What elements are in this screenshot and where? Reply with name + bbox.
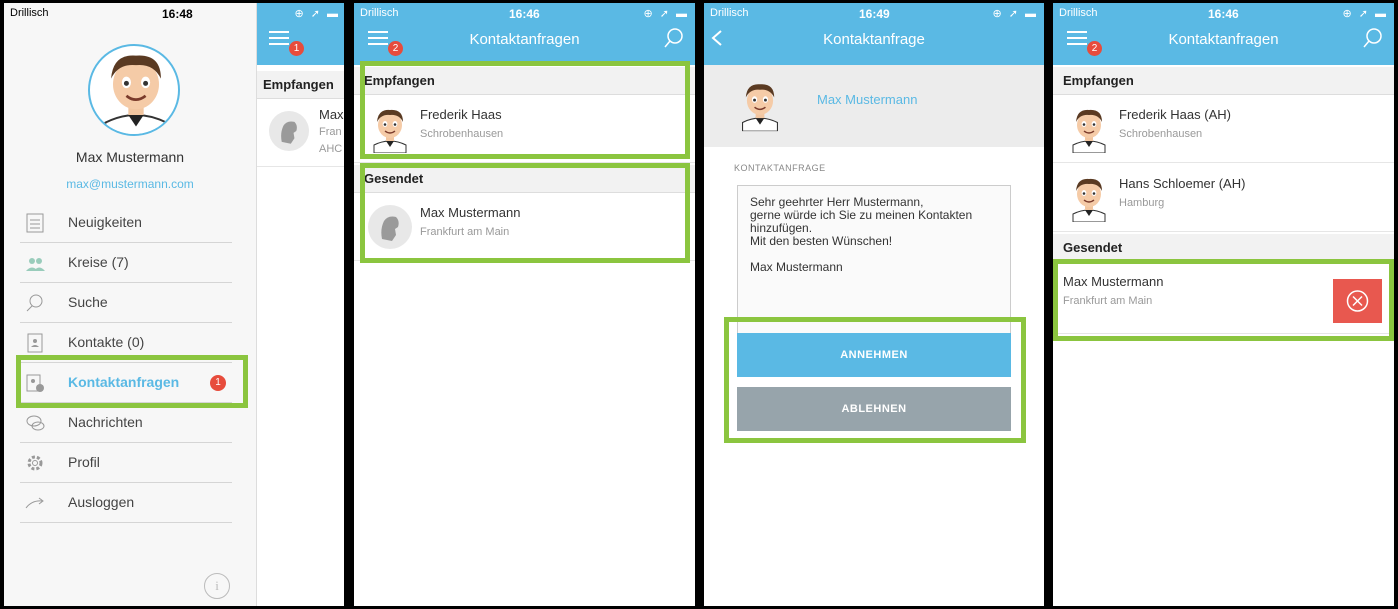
- status-icons: ⊕ ➚ ▬: [643, 8, 689, 20]
- nav-label: Ausloggen: [68, 494, 135, 510]
- clock-label: 16:46: [509, 7, 540, 21]
- contact-city: Fran: [319, 126, 342, 138]
- highlight-frame: [16, 355, 248, 408]
- section-header-received: Empfangen: [1053, 67, 1394, 95]
- user-name: Max Mustermann: [75, 149, 185, 165]
- avatar: [1067, 105, 1111, 153]
- avatar: [736, 77, 784, 133]
- carrier-label: Drillisch: [1059, 7, 1098, 19]
- highlight-frame: [360, 61, 690, 159]
- status-bar: Drillisch 16:46 ⊕ ➚ ▬: [354, 3, 695, 25]
- app-header: Drillisch 16:49 ⊕ ➚ ▬ Kontaktanfrage: [704, 3, 1044, 65]
- status-bar: Drillisch 16:46 ⊕ ➚ ▬: [1053, 3, 1394, 25]
- carrier-label: Drillisch: [10, 7, 49, 19]
- status-icons: ⊕ ➚ ▬: [992, 8, 1038, 20]
- message-label: KONTAKTANFRAGE: [734, 163, 826, 173]
- list-item[interactable]: Hans Schloemer (AH) Hamburg: [1053, 164, 1394, 232]
- nav-label: Profil: [68, 454, 100, 470]
- chat-icon: [26, 415, 45, 431]
- contact-name: Max: [319, 107, 344, 122]
- nav-label: Kontakte (0): [68, 334, 145, 350]
- nav-item-neuigkeiten[interactable]: Neuigkeiten: [20, 203, 232, 243]
- nav-item-suche[interactable]: Suche: [20, 283, 232, 323]
- section-header-sent: Gesendet: [1053, 234, 1394, 262]
- sender-name: Max Mustermann: [817, 92, 918, 107]
- clock-label: 16:46: [1208, 7, 1239, 21]
- highlight-frame: [1053, 259, 1394, 341]
- menu-icon[interactable]: [269, 31, 289, 45]
- logout-arrow-icon: [25, 497, 44, 509]
- status-bar: ⊕ ➚ ▬: [257, 3, 344, 25]
- carrier-label: Drillisch: [360, 7, 399, 19]
- section-header-received: Empfangen: [257, 71, 344, 99]
- page-title: Kontaktanfrage: [823, 31, 925, 48]
- status-icons: ⊕ ➚ ▬: [1342, 8, 1388, 20]
- avatar[interactable]: [88, 44, 180, 136]
- list-item[interactable]: Max Fran AHC: [257, 99, 344, 167]
- nav-label: Nachrichten: [68, 414, 143, 430]
- gear-icon: [27, 455, 43, 471]
- clock-label: 16:49: [859, 7, 890, 21]
- nav-label: Suche: [68, 294, 108, 310]
- side-drawer: Drillisch 16:48 Max Mustermann max@muste…: [4, 3, 256, 606]
- nav-label: Kreise (7): [68, 254, 129, 270]
- status-bar: Drillisch 16:49 ⊕ ➚ ▬: [704, 3, 1044, 25]
- contact-city: Hamburg: [1119, 197, 1165, 209]
- drawer-screen: Drillisch 16:48 Max Mustermann max@muste…: [4, 3, 344, 606]
- carrier-label: Drillisch: [710, 7, 749, 19]
- contact-name: Frederik Haas (AH): [1119, 107, 1231, 122]
- list-item[interactable]: Frederik Haas (AH) Schrobenhausen: [1053, 95, 1394, 163]
- request-list-swipe-screen: Drillisch 16:46 ⊕ ➚ ▬ 2 Kontaktanfragen …: [1053, 3, 1394, 606]
- highlight-frame: [724, 317, 1026, 443]
- page-title: Kontaktanfragen: [469, 31, 580, 48]
- highlight-frame: [360, 163, 690, 263]
- nav-item-nachrichten[interactable]: Nachrichten: [20, 403, 232, 443]
- avatar: [269, 111, 309, 151]
- nav-label: Neuigkeiten: [68, 214, 142, 230]
- user-email: max@mustermann.com: [66, 177, 194, 191]
- nav-item-ausloggen[interactable]: Ausloggen: [20, 483, 232, 523]
- app-header: Drillisch 16:46 ⊕ ➚ ▬ 2 Kontaktanfragen: [354, 3, 695, 65]
- clock-label: 16:48: [162, 7, 193, 21]
- app-header: ⊕ ➚ ▬ 1: [257, 3, 344, 65]
- contact-name: Hans Schloemer (AH): [1119, 176, 1246, 191]
- request-list-screen: Drillisch 16:46 ⊕ ➚ ▬ 2 Kontaktanfragen …: [354, 3, 695, 606]
- contact-city: Schrobenhausen: [1119, 128, 1203, 140]
- nav-item-profil[interactable]: Profil: [20, 443, 232, 483]
- search-icon: [26, 294, 43, 312]
- contact-extra: AHC: [319, 143, 343, 155]
- search-icon[interactable]: [663, 27, 685, 49]
- status-bar: Drillisch 16:48: [4, 3, 256, 25]
- notification-badge: 1: [289, 41, 304, 56]
- contact-book-icon: [27, 333, 43, 353]
- search-icon[interactable]: [1362, 27, 1384, 49]
- nav-item-kreise[interactable]: Kreise (7): [20, 243, 232, 283]
- main-content-peek[interactable]: ⊕ ➚ ▬ 1 Empfangen Max Fran AHC: [256, 3, 344, 606]
- avatar: [1067, 174, 1111, 222]
- page-title: Kontaktanfragen: [1168, 31, 1279, 48]
- news-icon: [26, 213, 44, 233]
- sender-header: Max Mustermann: [704, 65, 1044, 147]
- group-icon: [26, 258, 45, 271]
- app-header: Drillisch 16:46 ⊕ ➚ ▬ 2 Kontaktanfragen: [1053, 3, 1394, 65]
- info-icon[interactable]: i: [204, 573, 230, 599]
- request-detail-screen: Drillisch 16:49 ⊕ ➚ ▬ Kontaktanfrage Max…: [704, 3, 1044, 606]
- status-icons: ⊕ ➚ ▬: [294, 8, 340, 20]
